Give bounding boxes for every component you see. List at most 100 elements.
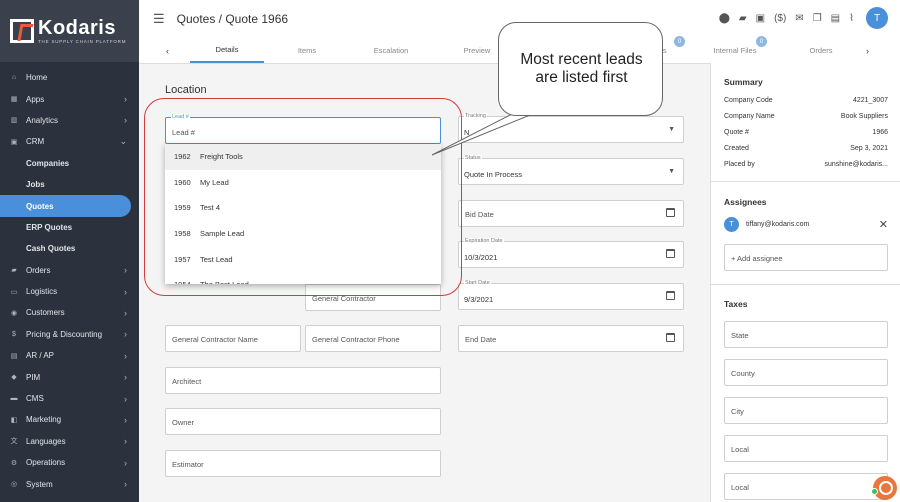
sidebar-item-operations[interactable]: ⚙ Operations ›: [0, 452, 139, 473]
hamburger-menu-icon[interactable]: ☰: [153, 11, 165, 27]
owner-field[interactable]: Owner: [165, 408, 441, 435]
local-tax-field-2[interactable]: Local: [724, 473, 888, 500]
chevron-right-icon: ›: [124, 372, 127, 383]
crm-icon: ▣: [10, 138, 18, 146]
sidebar-item-erp-quotes[interactable]: ERP Quotes: [0, 217, 139, 238]
sidebar-item-jobs[interactable]: Jobs: [0, 174, 139, 195]
field-value: Quote In Process: [464, 170, 522, 179]
add-assignee-field[interactable]: + Add assignee: [724, 244, 888, 271]
state-tax-field[interactable]: State: [724, 321, 888, 348]
field-placeholder: State: [731, 331, 749, 340]
section-title: Location: [165, 84, 207, 96]
sidebar-item-pim[interactable]: ◆ PIM ›: [0, 366, 139, 387]
field-value: N: [464, 128, 470, 137]
sidebar-item-crm[interactable]: ▣ CRM ⌄: [0, 131, 139, 152]
sidebar-item-label: PIM: [26, 372, 41, 382]
architect-field[interactable]: Architect: [165, 367, 441, 394]
calendar-icon[interactable]: [666, 333, 675, 342]
location-pin-icon[interactable]: ⬤: [719, 13, 730, 24]
copy-icon[interactable]: ❐: [813, 13, 822, 24]
general-contractor-name-field[interactable]: General Contractor Name: [165, 325, 301, 352]
status-select[interactable]: Status Quote In Process ▼: [458, 155, 684, 185]
tab-details[interactable]: Details: [190, 38, 264, 63]
sidebar-item-label: Quotes: [26, 201, 54, 211]
right-panel: Summary Company Code 4221_3007 Company Nam…: [710, 63, 900, 502]
sidebar-item-languages[interactable]: 文 Languages ›: [0, 431, 139, 452]
end-date-field[interactable]: End Date: [458, 325, 684, 352]
id-card-icon[interactable]: ▣: [756, 13, 765, 24]
sidebar-item-analytics[interactable]: ▥ Analytics ›: [0, 110, 139, 131]
truck-icon: ▰: [11, 267, 17, 275]
summary-value: Sep 3, 2021: [850, 145, 888, 152]
callout-bubble: Most recent leads are listed first: [498, 22, 663, 116]
sidebar-item-customers[interactable]: ◉ Customers ›: [0, 302, 139, 323]
general-contractor-phone-field[interactable]: General Contractor Phone: [305, 325, 441, 352]
kodaris-logo-icon: [10, 19, 34, 43]
expiration-date-field[interactable]: Expiration Date 10/3/2021: [458, 238, 684, 268]
attachment-icon[interactable]: ⌇: [849, 13, 854, 24]
chevron-right-icon: ›: [124, 286, 127, 297]
sidebar-item-orders[interactable]: ▰ Orders ›: [0, 260, 139, 281]
county-tax-field[interactable]: County: [724, 359, 888, 386]
sidebar-item-label: Customers: [26, 308, 65, 318]
sidebar-item-cash-quotes[interactable]: Cash Quotes: [0, 238, 139, 259]
sidebar-item-logistics[interactable]: ▭ Logistics ›: [0, 281, 139, 302]
sidebar-item-marketing[interactable]: ◧ Marketing ›: [0, 409, 139, 430]
files-count-badge: 0: [674, 36, 685, 47]
chevron-right-icon: ›: [124, 457, 127, 468]
sidebar-item-cms[interactable]: ▬ CMS ›: [0, 388, 139, 409]
kodaris-logo[interactable]: Kodaris THE SUPPLY CHAIN PLATFORM: [0, 0, 139, 62]
sidebar-item-home[interactable]: ⌂ Home: [0, 67, 139, 88]
city-tax-field[interactable]: City: [724, 397, 888, 424]
summary-value: 4221_3007: [852, 97, 888, 104]
sidebar-item-pricing-discounting[interactable]: $ Pricing & Discounting ›: [0, 324, 139, 345]
field-label: Tracking: [464, 113, 487, 119]
local-tax-field[interactable]: Local: [724, 435, 888, 462]
chevron-right-icon: ›: [124, 94, 127, 105]
field-placeholder: Local: [731, 483, 749, 492]
apps-icon: ▦: [10, 96, 18, 104]
bid-date-field[interactable]: Bid Date: [458, 200, 684, 227]
sidebar-item-label: Marketing: [26, 415, 62, 425]
tab-scroll-right-icon[interactable]: ›: [866, 38, 869, 63]
calendar-icon[interactable]: [666, 208, 675, 217]
assignee-row: T tiffany@kodaris.com ✕: [724, 217, 888, 232]
field-label: Status: [464, 155, 482, 161]
summary-row: Quote # 1966: [724, 129, 888, 136]
chevron-right-icon: ›: [124, 350, 127, 361]
dollar-icon[interactable]: ($): [774, 13, 786, 24]
summary-value: sunshine@kodaris...: [824, 161, 888, 168]
calendar-icon[interactable]: [666, 249, 675, 258]
tracking-select[interactable]: Tracking N ▼: [458, 113, 684, 143]
home-icon: ⌂: [11, 74, 17, 82]
dropdown-arrow-icon: ▼: [668, 126, 675, 133]
document-download-icon[interactable]: ▤: [831, 13, 840, 24]
field-placeholder: + Add assignee: [731, 254, 783, 263]
page-title: Quotes / Quote 1966: [176, 12, 289, 26]
field-placeholder: End Date: [465, 335, 497, 344]
languages-icon: 文: [10, 438, 18, 446]
tab-items[interactable]: Items: [270, 38, 344, 63]
tab-orders[interactable]: Orders: [796, 38, 846, 63]
sidebar-item-companies[interactable]: Companies: [0, 153, 139, 174]
tab-scroll-left-icon[interactable]: ‹: [166, 38, 169, 63]
internal-files-count-badge: 0: [756, 36, 767, 47]
online-status-dot: [871, 488, 878, 495]
summary-label: Company Code: [724, 97, 773, 104]
sidebar-item-ar-ap[interactable]: ▤ AR / AP ›: [0, 345, 139, 366]
summary-row: Company Name Book Suppliers: [724, 113, 888, 120]
estimator-field[interactable]: Estimator: [165, 450, 441, 477]
sidebar-item-apps[interactable]: ▦ Apps ›: [0, 88, 139, 109]
sidebar-item-label: Pricing & Discounting: [26, 329, 103, 339]
remove-assignee-icon[interactable]: ✕: [879, 218, 888, 231]
mail-icon[interactable]: ✉: [795, 13, 803, 24]
tab-internal-files[interactable]: Internal Files 0: [706, 36, 767, 63]
sidebar-item-system[interactable]: ◎ System ›: [0, 473, 139, 494]
sidebar: Kodaris THE SUPPLY CHAIN PLATFORM ⌂ Home ▦…: [0, 0, 139, 502]
calendar-icon[interactable]: [666, 291, 675, 300]
truck-icon[interactable]: ▰: [739, 13, 747, 24]
user-avatar[interactable]: T: [866, 7, 888, 29]
start-date-field[interactable]: Start Date 9/3/2021: [458, 280, 684, 310]
sidebar-item-quotes[interactable]: Quotes: [0, 195, 131, 217]
tab-escalation[interactable]: Escalation: [354, 38, 428, 63]
